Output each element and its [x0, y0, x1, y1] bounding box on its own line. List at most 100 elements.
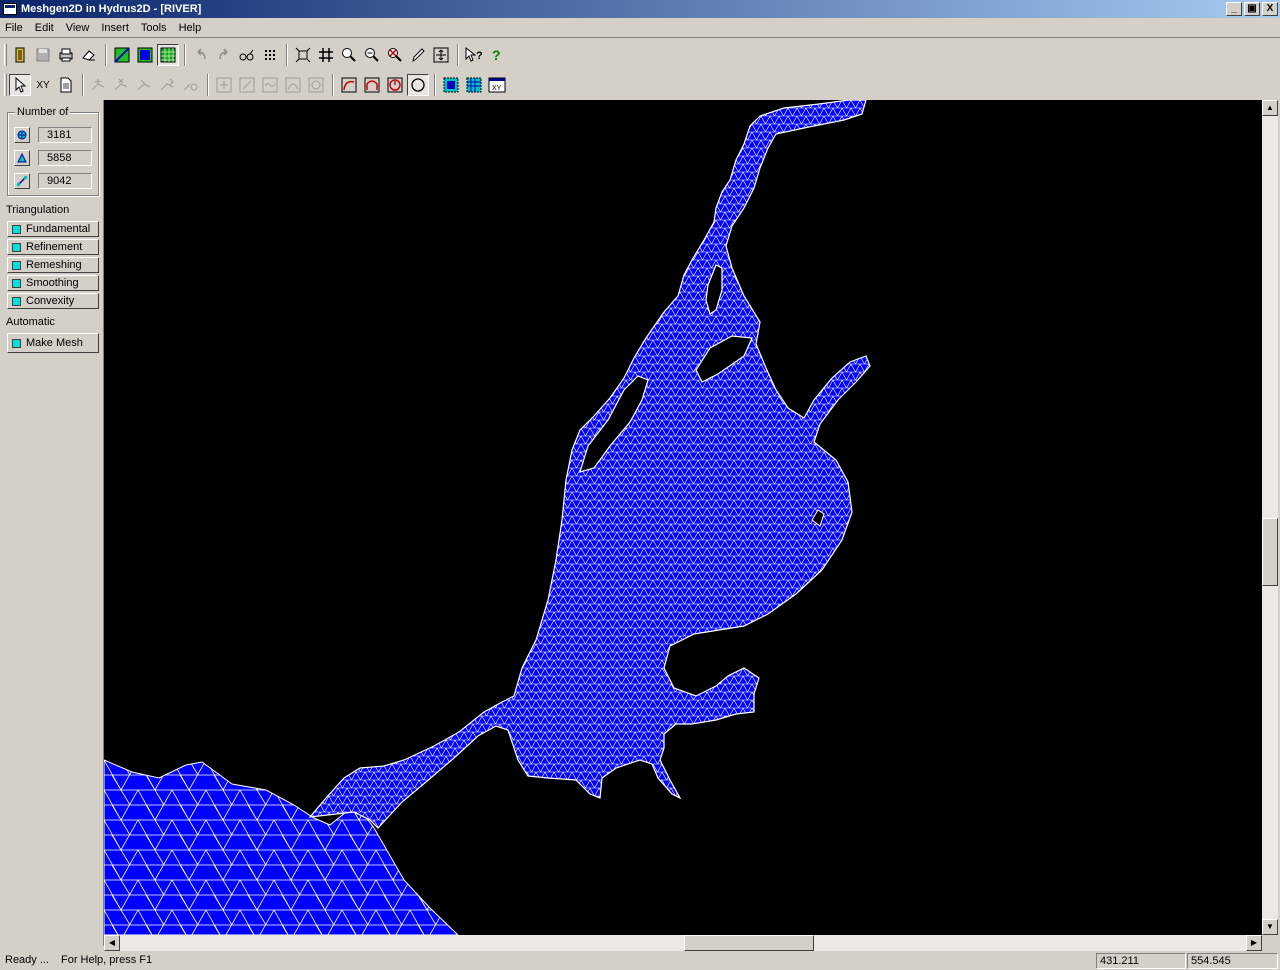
menu-file[interactable]: File [0, 22, 29, 34]
svg-text:?: ? [476, 50, 483, 62]
node-tool-5-icon[interactable] [180, 74, 202, 96]
node-tool-4-icon[interactable] [157, 74, 179, 96]
number-of-group: Number of 3181 5858 9042 [7, 106, 99, 196]
title-bar: Meshgen2D in Hydrus2D - [RIVER] _ ▣ X [0, 0, 1280, 18]
box-plus-icon[interactable] [213, 74, 235, 96]
box-wave-icon[interactable] [259, 74, 281, 96]
menu-bar: File Edit View Insert Tools Help [0, 19, 1280, 38]
menu-view[interactable]: View [60, 22, 96, 34]
pencil-icon[interactable] [407, 44, 429, 66]
svg-text:XY: XY [492, 85, 502, 92]
svg-text:?: ? [492, 47, 501, 63]
xy-label: XY [36, 79, 50, 91]
mesh-control-panel: Number of 3181 5858 9042 Triangulation F… [3, 100, 105, 948]
print-icon[interactable] [55, 44, 77, 66]
triangle-icon[interactable] [14, 150, 30, 166]
nodes-count-row: 3181 [14, 127, 92, 143]
toolbar-grip[interactable] [4, 44, 7, 66]
edges-count: 9042 [38, 173, 92, 189]
status-ready: Ready ... [5, 954, 50, 966]
xy-window-icon[interactable]: XY [486, 74, 508, 96]
fundamental-label: Fundamental [26, 223, 91, 235]
close-button[interactable]: X [1262, 2, 1278, 16]
smoothing-button[interactable]: Smoothing [7, 275, 99, 291]
box-circle-icon[interactable] [305, 74, 327, 96]
zoom-in-icon[interactable] [338, 44, 360, 66]
nodes-count: 3181 [38, 127, 92, 143]
glasses-icon[interactable] [236, 44, 258, 66]
status-bar: Ready ... For Help, press F1 431.211 554… [0, 952, 1280, 970]
minimize-button[interactable]: _ [1226, 2, 1242, 16]
make-mesh-button[interactable]: Make Mesh [7, 333, 99, 353]
curve-red-icon[interactable] [338, 74, 360, 96]
edge-icon[interactable] [14, 173, 30, 189]
dots-grid-icon[interactable] [259, 44, 281, 66]
triangles-count: 5858 [38, 150, 92, 166]
save-icon[interactable] [32, 44, 54, 66]
convexity-button[interactable]: Convexity [7, 293, 99, 309]
number-of-label: Number of [15, 106, 71, 118]
fundamental-button[interactable]: Fundamental [7, 221, 99, 237]
arrow-pointer-icon[interactable] [9, 74, 31, 96]
eraser-icon[interactable] [78, 44, 100, 66]
mesh-canvas[interactable] [104, 100, 1262, 935]
scroll-left-icon[interactable]: ◀ [104, 935, 120, 951]
xy-icon[interactable]: XY [32, 74, 54, 96]
context-help-icon[interactable]: ? [463, 44, 485, 66]
refinement-label: Refinement [26, 241, 83, 253]
zoom-cancel-icon[interactable] [384, 44, 406, 66]
scroll-right-icon[interactable]: ▶ [1246, 935, 1262, 951]
triangulation-label: Triangulation [6, 204, 70, 216]
curve-round-icon[interactable] [384, 74, 406, 96]
undo-icon[interactable] [190, 44, 212, 66]
toolbar-grip[interactable] [4, 74, 7, 96]
make-mesh-swatch [12, 338, 21, 348]
mesh-select-icon[interactable] [440, 74, 462, 96]
refinement-button[interactable]: Refinement [7, 239, 99, 255]
menu-insert[interactable]: Insert [95, 22, 135, 34]
scroll-up-icon[interactable]: ▲ [1262, 100, 1278, 116]
node-tool-2-icon[interactable] [111, 74, 133, 96]
automatic-label: Automatic [6, 316, 55, 328]
mesh-grid-icon[interactable] [157, 44, 179, 66]
circle-icon[interactable] [407, 74, 429, 96]
vertical-scroll-thumb[interactable] [1262, 518, 1278, 586]
crosshair-box-icon[interactable] [430, 44, 452, 66]
node-tool-1-icon[interactable] [88, 74, 110, 96]
mesh-boundary-icon[interactable] [111, 44, 133, 66]
document-icon[interactable] [55, 74, 77, 96]
node-icon[interactable] [14, 127, 30, 143]
node-tool-3-icon[interactable] [134, 74, 156, 96]
status-coord-x: 431.211 [1096, 953, 1186, 969]
redo-icon[interactable] [213, 44, 235, 66]
menu-help[interactable]: Help [173, 22, 208, 34]
refinement-swatch [12, 242, 21, 252]
open-icon[interactable] [9, 44, 31, 66]
remeshing-label: Remeshing [26, 259, 82, 271]
remeshing-swatch [12, 260, 21, 270]
horizontal-scroll-thumb[interactable] [684, 935, 814, 951]
scroll-down-icon[interactable]: ▼ [1262, 919, 1278, 935]
zoom-grid-icon[interactable] [315, 44, 337, 66]
mesh-fill-icon[interactable] [134, 44, 156, 66]
zoom-out-icon[interactable] [361, 44, 383, 66]
curve-arch-icon[interactable] [361, 74, 383, 96]
smoothing-swatch [12, 278, 21, 288]
triangles-count-row: 5858 [14, 150, 92, 166]
fundamental-swatch [12, 224, 21, 234]
size-box [1262, 935, 1278, 951]
vertical-scrollbar[interactable]: ▲ ▼ [1262, 100, 1278, 935]
menu-tools[interactable]: Tools [135, 22, 173, 34]
make-mesh-label: Make Mesh [26, 337, 83, 349]
help-icon[interactable]: ? [486, 44, 508, 66]
edges-count-row: 9042 [14, 173, 92, 189]
horizontal-scrollbar[interactable]: ◀ ▶ [104, 935, 1262, 951]
remeshing-button[interactable]: Remeshing [7, 257, 99, 273]
box-arc-icon[interactable] [282, 74, 304, 96]
box-slash-icon[interactable] [236, 74, 258, 96]
app-icon [3, 3, 17, 15]
mesh-select-all-icon[interactable] [463, 74, 485, 96]
zoom-extents-icon[interactable] [292, 44, 314, 66]
menu-edit[interactable]: Edit [29, 22, 60, 34]
restore-button[interactable]: ▣ [1244, 2, 1260, 16]
